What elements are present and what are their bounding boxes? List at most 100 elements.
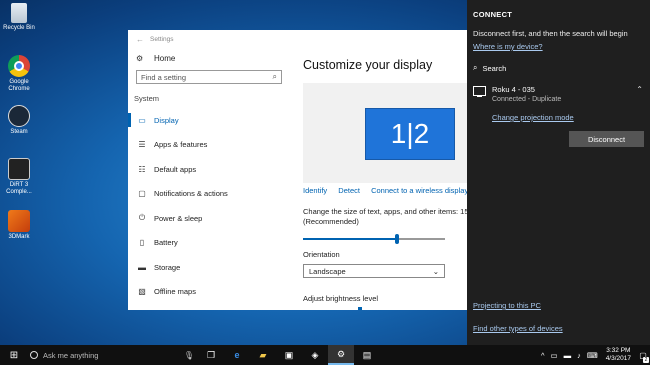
scale-slider[interactable] (303, 234, 445, 244)
brightness-label: Adjust brightness level (303, 294, 379, 303)
find-setting-input[interactable]: Find a setting ⌕ (136, 70, 282, 84)
notifications-icon: ▢ (138, 189, 146, 199)
slider-thumb[interactable] (394, 234, 399, 244)
settings-window: ← Settings ⚙ Home Find a setting ⌕ Syste… (128, 30, 470, 310)
orientation-label: Orientation (303, 250, 340, 259)
device-name: Roku 4 - 035 (492, 85, 535, 94)
desktop-icon-recycle-bin[interactable]: Recycle Bin (2, 3, 36, 32)
sidebar-item-storage[interactable]: ▬ Storage (128, 255, 288, 280)
sidebar-item-label: Display (154, 115, 179, 125)
cortana-search-box[interactable]: Ask me anything 🎙 (28, 345, 198, 365)
sidebar-item-display[interactable]: ▭ Display (128, 108, 288, 133)
sidebar-item-label: Offline maps (154, 287, 196, 297)
battery-icon[interactable]: ▬ (564, 351, 572, 360)
disconnect-message: Disconnect first, and then the search wi… (473, 29, 628, 38)
keyboard-icon[interactable]: ⌨ (587, 351, 598, 360)
section-label: System (134, 94, 160, 103)
taskbar: ⊞ Ask me anything 🎙 ❐ e ▰ ▣ ◈ ⚙ ▤ ^ ▭ ▬ … (0, 345, 650, 365)
search-icon: ⌕ (272, 72, 277, 81)
sidebar-item-label: Default apps (154, 164, 197, 174)
sidebar-item-notifications-actions[interactable]: ▢ Notifications & actions (128, 182, 288, 207)
scale-label-line2: (Recommended) (303, 217, 359, 226)
chevron-up-icon[interactable]: ^ (541, 351, 545, 360)
connect-pane: CONNECT Disconnect first, and then the s… (467, 0, 650, 345)
search-label: Search (482, 63, 507, 73)
search-icon: ⌕ (473, 63, 478, 72)
connect-wireless-link[interactable]: Connect to a wireless display (371, 186, 468, 195)
file-explorer-button[interactable]: ▰ (250, 345, 276, 365)
desktop-icon-3dmark[interactable]: 3DMark (2, 210, 36, 241)
steam-icon (8, 105, 30, 127)
start-button[interactable]: ⊞ (0, 345, 28, 365)
sidebar-item-power-sleep[interactable]: ⏻ Power & sleep (128, 206, 288, 231)
microphone-icon[interactable]: 🎙 (184, 351, 194, 360)
desktop-icon-label: Recycle Bin (3, 25, 35, 31)
search-button[interactable]: ⌕ Search (473, 63, 506, 73)
apps-icon: ☰ (138, 140, 146, 150)
edge-button[interactable]: e (224, 345, 250, 365)
identify-link[interactable]: Identify (303, 186, 327, 195)
desktop-icon-label: Google Chrome (8, 79, 30, 92)
app-button[interactable]: ◈ (302, 345, 328, 365)
projecting-link[interactable]: Projecting to this PC (473, 301, 541, 310)
desktop-icon-label: 3DMark (8, 234, 30, 240)
cortana-placeholder: Ask me anything (43, 350, 99, 360)
3dmark-icon (8, 210, 30, 232)
scale-label: Change the size of text, apps, and other… (303, 207, 470, 227)
orientation-value: Landscape (309, 266, 346, 276)
where-is-device-link[interactable]: Where is my device? (473, 42, 543, 51)
home-label: Home (154, 53, 176, 63)
home-nav-item[interactable]: ⚙ Home (128, 48, 288, 68)
disconnect-button[interactable]: Disconnect (569, 131, 644, 147)
back-arrow-icon[interactable]: ← (136, 35, 150, 44)
store-button[interactable]: ▣ (276, 345, 302, 365)
notification-count: 2 (643, 357, 649, 363)
settings-taskbar-button[interactable]: ⚙ (328, 345, 354, 365)
cortana-icon (30, 351, 38, 359)
settings-sidebar: ← Settings ⚙ Home Find a setting ⌕ Syste… (128, 30, 288, 310)
sidebar-item-label: Apps & features (154, 140, 208, 150)
page-title: Customize your display (303, 58, 433, 72)
monitor-icon: ▭ (138, 115, 146, 125)
task-view-icon: ❐ (206, 349, 216, 360)
window-title: Settings (150, 35, 174, 43)
display-settings-main: Customize your display 1|2 Identify Dete… (303, 30, 470, 310)
device-item[interactable]: Roku 4 - 035 Connected - Duplicate ⌃ (473, 83, 645, 105)
monitor-icon (473, 86, 486, 97)
desktop-icon-dirt3[interactable]: DiRT 3 Comple... (2, 158, 36, 196)
sidebar-item-default-apps[interactable]: ☷ Default apps (128, 157, 288, 182)
monitor-tile[interactable]: 1|2 (365, 108, 455, 160)
scale-label-line1: Change the size of text, apps, and other… (303, 207, 470, 216)
clock[interactable]: 3:32 PM 4/3/2017 (606, 347, 631, 363)
chevron-up-icon[interactable]: ⌃ (636, 85, 643, 94)
task-view-button[interactable]: ❐ (198, 345, 224, 365)
sidebar-item-offline-maps[interactable]: ▧ Offline maps (128, 280, 288, 305)
chrome-icon (8, 55, 30, 77)
taskbar-app-button[interactable]: ▤ (354, 345, 380, 365)
sidebar-item-battery[interactable]: ▯ Battery (128, 231, 288, 256)
gear-icon: ⚙ (336, 348, 346, 359)
power-icon: ⏻ (138, 213, 146, 223)
settings-nav-list: ▭ Display ☰ Apps & features ☷ Default apps ▢ No… (128, 108, 288, 304)
display-links: Identify Detect Connect to a wireless di… (303, 186, 470, 195)
find-other-devices-link[interactable]: Find other types of devices (473, 324, 563, 333)
action-center-button[interactable]: ▢ 2 (636, 345, 650, 365)
brightness-slider-thumb[interactable] (358, 307, 362, 310)
desktop-icon-steam[interactable]: Steam (2, 105, 36, 136)
desktop-icon-chrome[interactable]: Google Chrome (2, 55, 36, 93)
detect-link[interactable]: Detect (338, 186, 360, 195)
folder-icon: ▰ (259, 349, 267, 360)
app-icon: ◈ (311, 349, 319, 360)
default-apps-icon: ☷ (138, 164, 146, 174)
volume-icon[interactable]: ♪ (577, 351, 581, 360)
maps-icon: ▧ (138, 287, 146, 297)
edge-icon: e (234, 350, 240, 360)
desktop-icon-label: DiRT 3 Comple... (6, 182, 32, 195)
gear-icon: ⚙ (136, 53, 144, 63)
change-projection-mode-link[interactable]: Change projection mode (492, 113, 574, 122)
orientation-dropdown[interactable]: Landscape ⌄ (303, 264, 445, 278)
sidebar-item-apps-features[interactable]: ☰ Apps & features (128, 133, 288, 158)
find-setting-placeholder: Find a setting (141, 72, 187, 82)
windows-logo-icon: ⊞ (9, 349, 19, 361)
network-icon[interactable]: ▭ (551, 351, 558, 360)
